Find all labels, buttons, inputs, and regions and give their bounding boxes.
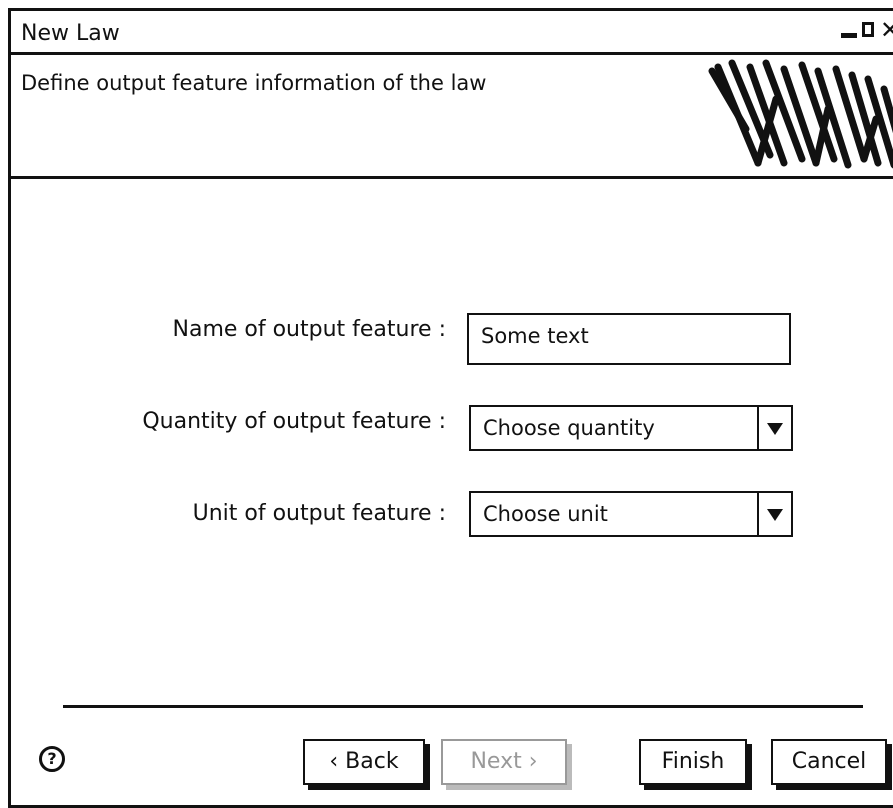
- footer-divider: [63, 705, 863, 708]
- name-label: Name of output feature :: [172, 317, 447, 342]
- chevron-down-icon[interactable]: [757, 493, 791, 535]
- wizard-window: New Law ✕ Define output feature informat…: [8, 8, 893, 808]
- header-description: Define output feature information of the…: [21, 71, 487, 95]
- wizard-header: Define output feature information of the…: [11, 55, 893, 179]
- maximize-icon[interactable]: [860, 19, 878, 45]
- minimize-icon[interactable]: [840, 19, 858, 45]
- scribble-logo: [708, 59, 893, 169]
- chevron-down-icon[interactable]: [757, 407, 791, 449]
- help-icon[interactable]: ?: [39, 746, 65, 772]
- title-bar: New Law ✕: [11, 11, 893, 55]
- close-icon[interactable]: ✕: [880, 17, 893, 45]
- name-input-value: Some text: [481, 324, 589, 348]
- name-input[interactable]: Some text: [467, 313, 791, 365]
- back-button[interactable]: ‹ Back: [303, 739, 425, 785]
- quantity-label: Quantity of output feature :: [142, 409, 446, 434]
- quantity-select-value: Choose quantity: [483, 416, 655, 440]
- quantity-select[interactable]: Choose quantity: [469, 405, 793, 451]
- unit-select[interactable]: Choose unit: [469, 491, 793, 537]
- window-title: New Law: [21, 21, 120, 46]
- finish-button[interactable]: Finish: [639, 739, 747, 785]
- unit-select-value: Choose unit: [483, 502, 608, 526]
- cancel-button[interactable]: Cancel: [771, 739, 887, 785]
- next-button[interactable]: Next ›: [441, 739, 567, 785]
- window-controls: ✕: [840, 17, 893, 45]
- unit-label: Unit of output feature :: [192, 501, 446, 526]
